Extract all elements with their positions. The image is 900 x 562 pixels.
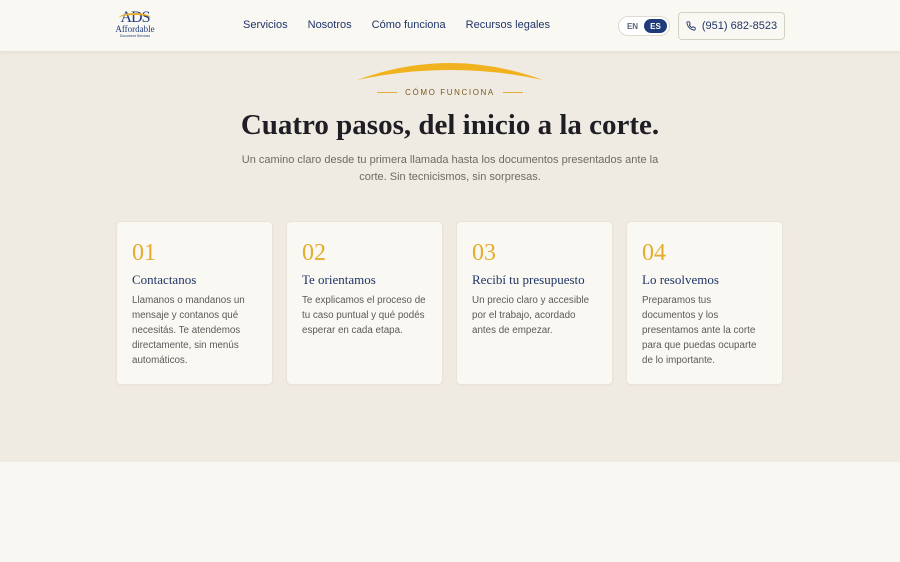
logo[interactable]: ADS Affordable Document Services <box>113 10 157 42</box>
decorative-arc <box>357 63 543 80</box>
eyebrow: CÓMO FUNCIONA <box>0 88 900 97</box>
section-subtitle: Un camino claro desde tu primera llamada… <box>241 154 659 183</box>
section-title: Cuatro pasos, del inicio a la corte. <box>240 109 660 141</box>
eyebrow-text: CÓMO FUNCIONA <box>405 88 495 97</box>
site-header: ADS Affordable Document Services Servici… <box>0 0 900 52</box>
step-description: Un precio claro y accesible por el traba… <box>472 295 590 336</box>
lang-es-button[interactable]: ES <box>644 19 667 33</box>
step-number: 03 <box>472 240 496 266</box>
step-title: Contactanos <box>132 272 197 287</box>
step-description: Llamanos o mandanos un mensaje y contano… <box>132 295 245 366</box>
step-card: 01 Contactanos Llamanos o mandanos un me… <box>116 221 273 385</box>
step-title: Lo resolvemos <box>642 272 719 287</box>
step-number: 01 <box>132 240 156 266</box>
step-number: 04 <box>642 240 666 266</box>
logo-subtitle: Document Services <box>119 34 151 38</box>
step-card: 02 Te orientamos Te explicamos el proces… <box>286 221 443 385</box>
step-title: Te orientamos <box>302 272 376 287</box>
phone-number: (951) 682-8523 <box>701 20 778 32</box>
nav-link-nosotros[interactable]: Nosotros <box>308 19 352 31</box>
steps-list: 01 Contactanos Llamanos o mandanos un me… <box>116 221 783 385</box>
step-card: 04 Lo resolvemos Preparamos tus document… <box>626 221 783 385</box>
nav-link-como-funciona[interactable]: Cómo funciona <box>372 19 446 31</box>
main-nav: Servicios Nosotros Cómo funciona Recurso… <box>243 19 550 31</box>
language-toggle: EN ES <box>618 16 670 36</box>
eyebrow-line-left <box>377 92 398 93</box>
phone-icon <box>686 21 696 31</box>
step-card: 03 Recibí tu presupuesto Un precio claro… <box>456 221 613 385</box>
nav-link-recursos-legales[interactable]: Recursos legales <box>466 19 550 31</box>
phone-button[interactable]: (951) 682-8523 <box>678 12 785 40</box>
step-title: Recibí tu presupuesto <box>472 272 585 287</box>
eyebrow-line-right <box>502 92 523 93</box>
logo-name: Affordable <box>115 24 155 34</box>
step-description: Preparamos tus documentos y los presenta… <box>642 295 757 366</box>
step-number: 02 <box>302 240 326 266</box>
logo-swoosh <box>119 13 151 23</box>
step-description: Te explicamos el proceso de tu caso punt… <box>302 295 426 336</box>
nav-link-servicios[interactable]: Servicios <box>243 19 288 31</box>
lang-en-button[interactable]: EN <box>621 19 644 33</box>
